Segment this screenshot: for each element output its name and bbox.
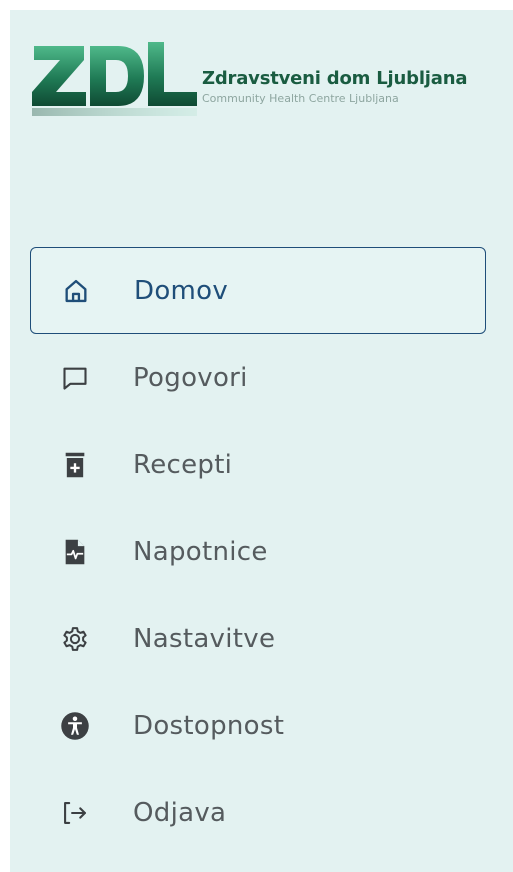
zdl-logo-mark-icon — [32, 42, 197, 116]
main-navigation: Domov Pogovori Recepti Napotnice Nastavi… — [30, 247, 486, 856]
sidebar: Zdravstveni dom Ljubljana Community Heal… — [10, 10, 513, 872]
nav-item-dostopnost[interactable]: Dostopnost — [30, 682, 486, 769]
medical-document-icon — [60, 537, 90, 567]
accessibility-icon — [60, 711, 90, 741]
nav-label-napotnice: Napotnice — [133, 536, 268, 567]
nav-item-napotnice[interactable]: Napotnice — [30, 508, 486, 595]
chat-bubble-icon — [60, 363, 90, 393]
home-icon — [61, 276, 91, 306]
nav-label-nastavitve: Nastavitve — [133, 623, 276, 654]
nav-item-nastavitve[interactable]: Nastavitve — [30, 595, 486, 682]
nav-item-recepti[interactable]: Recepti — [30, 421, 486, 508]
nav-label-pogovori: Pogovori — [133, 362, 248, 393]
brand-name: Zdravstveni dom Ljubljana — [202, 68, 468, 89]
gear-icon — [60, 624, 90, 654]
medicine-bottle-icon — [60, 450, 90, 480]
nav-item-odjava[interactable]: Odjava — [30, 769, 486, 856]
logout-icon — [60, 798, 90, 828]
nav-item-pogovori[interactable]: Pogovori — [30, 334, 486, 421]
brand-subtitle: Community Health Centre Ljubljana — [202, 92, 399, 105]
nav-item-domov[interactable]: Domov — [30, 247, 486, 334]
brand-logo[interactable]: Zdravstveni dom Ljubljana Community Heal… — [32, 40, 502, 120]
nav-label-odjava: Odjava — [133, 797, 227, 828]
nav-label-dostopnost: Dostopnost — [133, 710, 285, 741]
nav-label-recepti: Recepti — [133, 449, 233, 480]
nav-label-domov: Domov — [134, 275, 229, 306]
